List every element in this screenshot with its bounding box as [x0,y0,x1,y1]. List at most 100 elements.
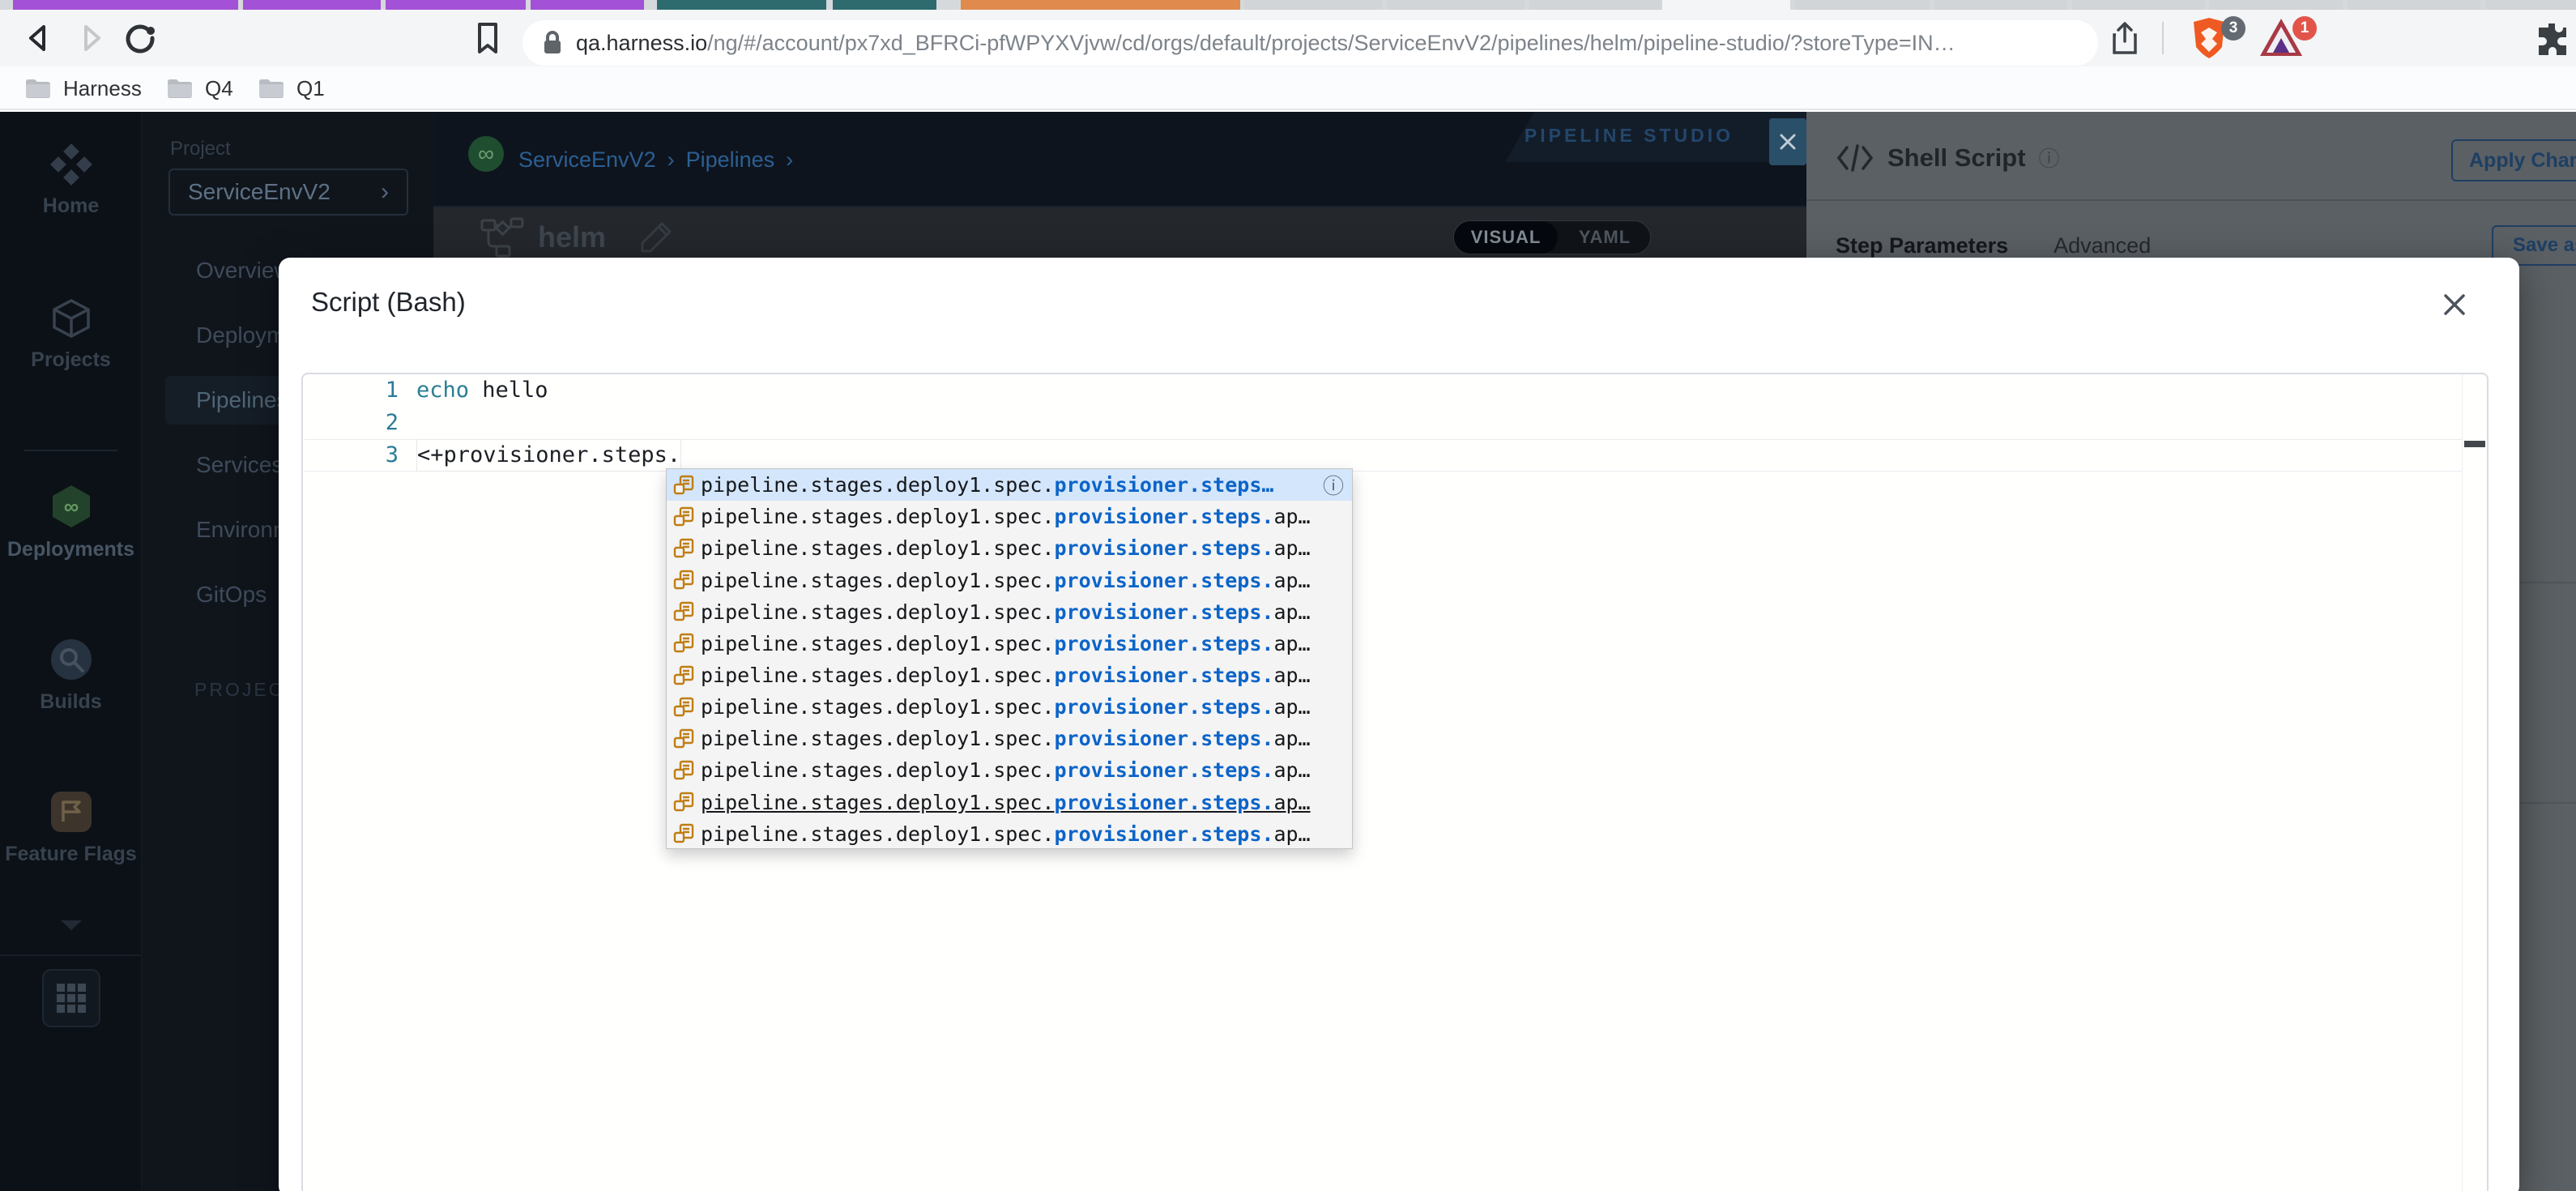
browser-tab-segment[interactable] [1244,0,1382,10]
suggestion-item[interactable]: pipeline.stages.deploy1.spec.provisioner… [667,628,1352,660]
suggestion-text: pipeline.stages.deploy1.spec.provisioner… [701,631,1311,655]
sidebar-item-home[interactable]: Home [0,143,142,218]
browser-tab-segment[interactable] [1387,0,1525,10]
browser-tab-segment[interactable] [1529,0,1661,10]
sidebar-item-projects[interactable]: Projects [0,297,142,372]
suggestion-item[interactable]: pipeline.stages.deploy1.spec.provisioner… [667,564,1352,596]
folder-icon [168,79,192,98]
cd-module-icon: ∞ [468,136,504,172]
feature-flags-icon [50,792,92,832]
snippet-icon [673,824,694,843]
extensions-puzzle-icon[interactable] [2534,20,2570,56]
sidebar-item-builds[interactable]: Builds [0,637,142,714]
bookmark-folder-q1[interactable]: Q1 [258,66,325,110]
browser-tab-segment[interactable] [833,0,936,10]
snippet-icon [673,665,694,685]
nav-item-gitops[interactable]: GitOps [196,582,267,608]
url-bar[interactable]: qa.harness.io/ng/#/account/px7xd_BFRCi-p… [522,20,2098,66]
browser-tab-segment[interactable] [657,0,826,10]
chevron-right-icon: › [381,178,389,205]
snippet-icon [673,538,694,558]
apply-changes-button[interactable]: Apply Changes [2451,139,2576,181]
browser-tab-segment[interactable] [2072,0,2205,10]
nav-item-pipelines[interactable]: Pipelines [196,387,288,413]
deployments-icon: ∞ [52,485,90,527]
studio-close-button[interactable] [1769,118,1806,165]
visual-yaml-toggle: VISUAL YAML [1453,220,1651,254]
browser-tab-segment[interactable] [2348,0,2480,10]
step-panel-title-row: Shell Script ⓘ [1836,143,2060,173]
sidebar-item-feature-flags[interactable]: Feature Flags [0,789,142,866]
pipeline-graph-icon [480,217,524,258]
suggestion-item[interactable]: pipeline.stages.deploy1.spec.provisioner… [667,691,1352,723]
browser-tab-segment[interactable] [386,0,526,10]
bookmark-folder-q4[interactable]: Q4 [166,66,233,110]
sidebar-item-deployments[interactable]: ∞ Deployments [0,483,142,561]
bookmark-folder-harness[interactable]: Harness [24,66,142,110]
step-panel-title: Shell Script [1887,143,2026,172]
module-selector-button[interactable] [0,969,142,1027]
suggestion-item[interactable]: pipeline.stages.deploy1.spec.provisioner… [667,723,1352,754]
breadcrumb-separator: › [667,147,675,172]
bookmark-icon[interactable] [473,21,502,55]
editor-code-area[interactable]: echo hello <+provisioner.steps. [416,374,2461,472]
browser-tab-segment[interactable] [531,0,644,10]
nav-item-services[interactable]: Services [196,452,283,478]
project-selector-value: ServiceEnvV2 [188,179,331,204]
suggestion-item[interactable]: pipeline.stages.deploy1.spec.provisioner… [667,596,1352,628]
browser-tab-segment[interactable] [13,0,238,10]
tab-step-parameters[interactable]: Step Parameters [1836,233,2008,258]
chevron-down-icon [60,920,82,930]
suggestion-item[interactable]: pipeline.stages.deploy1.spec.provisioner… [667,660,1352,691]
code-icon [1836,143,1874,172]
reload-button[interactable] [123,21,157,55]
info-icon[interactable]: ⓘ [1323,470,1344,500]
suggestion-item[interactable]: pipeline.stages.deploy1.spec.provisioner… [667,754,1352,786]
nav-item-overview[interactable]: Overview [196,258,291,284]
breadcrumb: ServiceEnvV2 › Pipelines › [518,112,793,207]
breadcrumb-link-pipelines[interactable]: Pipelines [686,147,775,173]
suggestion-text: pipeline.stages.deploy1.spec.provisioner… [701,536,1311,561]
project-selector[interactable]: ServiceEnvV2 › [168,169,408,216]
editor-scrollbar-track [2462,374,2463,1191]
sidebar-collapse-chevron[interactable] [0,919,142,932]
browser-tabstrip[interactable] [0,0,2576,10]
browser-tab-segment[interactable] [2485,0,2576,10]
panel-divider [1806,199,2576,201]
suggestion-text: pipeline.stages.deploy1.spec.provisioner… [701,758,1311,783]
browser-tab-segment[interactable] [1662,0,1790,10]
browser-tab-segment[interactable] [243,0,381,10]
toggle-visual[interactable]: VISUAL [1454,221,1558,254]
share-icon[interactable] [2109,20,2140,56]
code-editor[interactable]: 1 2 3 echo hello <+provisioner.steps. [301,373,2489,1191]
modal-close-button[interactable] [2438,288,2471,321]
suggestion-item[interactable]: pipeline.stages.deploy1.spec.provisioner… [667,469,1352,502]
suggestion-item[interactable]: pipeline.stages.deploy1.spec.provisioner… [667,532,1352,564]
suggestion-text: pipeline.stages.deploy1.spec.provisioner… [701,790,1311,814]
suggestion-item[interactable]: pipeline.stages.deploy1.spec.provisioner… [667,787,1352,818]
browser-tab-segment[interactable] [2210,0,2343,10]
shield-count-badge: 3 [2221,16,2245,41]
snippet-icon [673,792,694,812]
breadcrumb-link-project[interactable]: ServiceEnvV2 [518,147,656,173]
browser-tab-segment[interactable] [961,0,1240,10]
browser-toolbar: qa.harness.io/ng/#/account/px7xd_BFRCi-p… [0,10,2576,66]
browser-tab-segment[interactable] [1934,0,2067,10]
grid-icon [41,969,100,1027]
lock-icon [544,31,561,53]
suggestion-item[interactable]: pipeline.stages.deploy1.spec.provisioner… [667,818,1352,848]
forward-button[interactable] [75,22,107,54]
suggestion-item[interactable]: pipeline.stages.deploy1.spec.provisioner… [667,501,1352,532]
editor-scrollbar-thumb[interactable] [2464,441,2485,447]
edit-pencil-icon[interactable] [638,219,675,256]
sidebar-divider [24,450,117,451]
tab-advanced[interactable]: Advanced [2054,233,2151,258]
code-line-1: echo hello [416,378,548,403]
suggestion-text: pipeline.stages.deploy1.spec.provisioner… [701,505,1311,529]
expression-text: <+provisioner.steps. [416,439,682,472]
back-button[interactable] [23,22,55,54]
sidebar-divider [0,954,142,956]
toggle-yaml[interactable]: YAML [1559,221,1650,254]
browser-tab-segment[interactable] [1795,0,1930,10]
suggestion-text: pipeline.stages.deploy1.spec.provisioner… [701,600,1311,624]
